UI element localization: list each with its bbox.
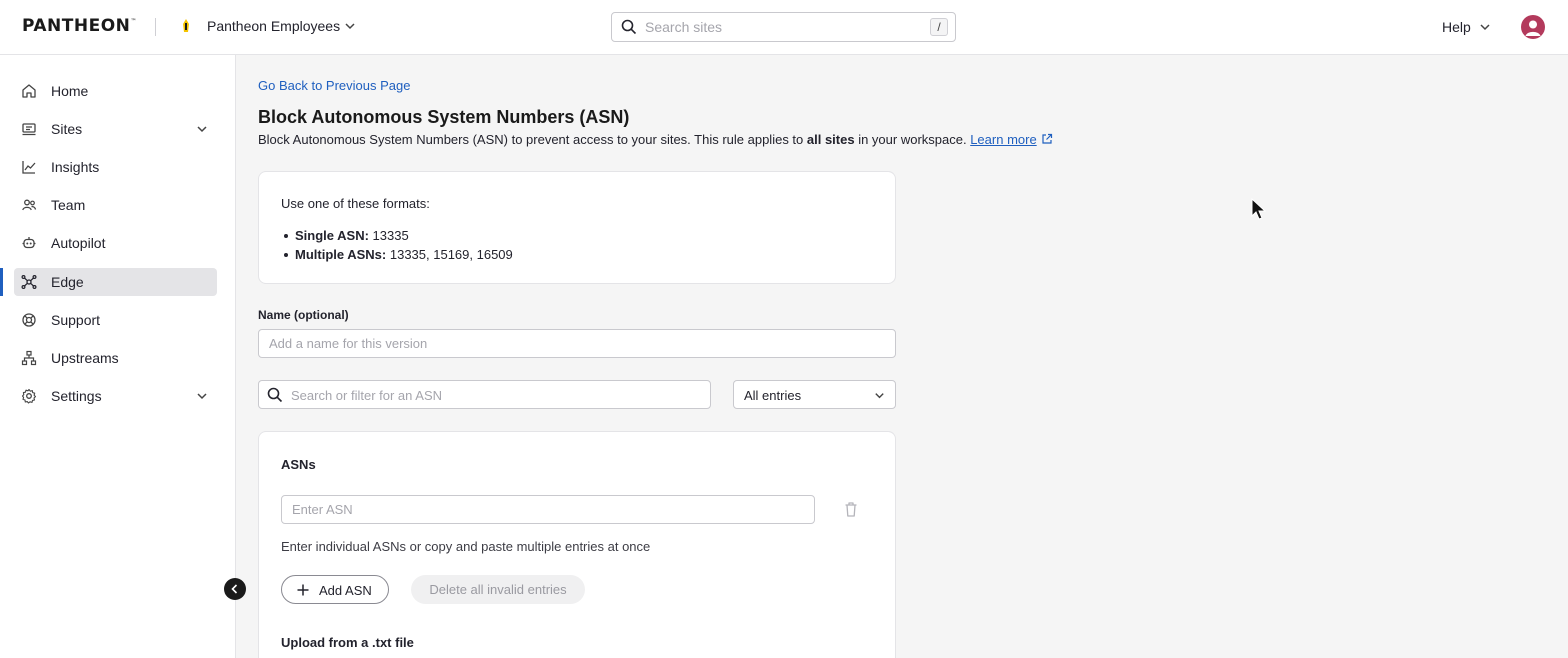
sidebar-item-autopilot[interactable]: Autopilot (14, 229, 217, 257)
sidebar-item-label: Home (51, 83, 89, 99)
formats-card: Use one of these formats: Single ASN: 13… (258, 171, 896, 284)
sidebar-item-label: Support (51, 312, 101, 328)
name-label: Name (optional) (258, 308, 349, 322)
add-asn-button[interactable]: Add ASN (281, 575, 389, 604)
external-link-icon[interactable] (1041, 133, 1053, 145)
mouse-cursor-icon (1251, 198, 1267, 220)
workspace-icon (183, 19, 189, 32)
delete-invalid-button[interactable]: Delete all invalid entries (411, 575, 585, 604)
entries-select[interactable]: All entries (733, 380, 896, 409)
trash-icon[interactable] (843, 501, 859, 518)
sidebar-item-support[interactable]: Support (14, 306, 217, 334)
formats-intro: Use one of these formats: (281, 196, 430, 211)
search-icon (621, 19, 637, 35)
sidebar-item-label: Upstreams (51, 350, 119, 366)
name-input[interactable] (258, 329, 896, 358)
sidebar-item-upstreams[interactable]: Upstreams (14, 344, 217, 372)
list-item: Multiple ASNs: 13335, 15169, 16509 (281, 245, 513, 264)
sidebar-item-label: Edge (51, 274, 84, 290)
upload-title: Upload from a .txt file (281, 635, 414, 650)
search-icon (267, 387, 283, 403)
sidebar-item-team[interactable]: Team (14, 191, 217, 219)
learn-more-link[interactable]: Learn more (970, 132, 1036, 147)
list-item: Single ASN: 13335 (281, 226, 513, 245)
asn-filter[interactable] (258, 380, 711, 409)
formats-list: Single ASN: 13335 Multiple ASNs: 13335, … (281, 226, 513, 264)
pantheon-logo[interactable]: PANTHEON™ (22, 16, 137, 36)
collapse-sidebar-button[interactable] (224, 578, 246, 600)
chevron-down-icon[interactable] (195, 389, 209, 403)
asn-input[interactable] (281, 495, 815, 524)
top-bar: PANTHEON™ Pantheon Employees / Help (0, 0, 1568, 55)
sidebar-item-label: Sites (51, 121, 83, 137)
sidebar-item-insights[interactable]: Insights (14, 153, 217, 181)
asn-section-title: ASNs (281, 457, 316, 472)
page-title: Block Autonomous System Numbers (ASN) (258, 107, 630, 127)
sites-icon (22, 123, 36, 136)
asn-card: ASNs Enter individual ASNs or copy and p… (258, 431, 896, 658)
user-avatar[interactable] (1521, 15, 1545, 39)
add-asn-label: Add ASN (319, 583, 372, 598)
user-icon (1525, 20, 1541, 36)
chevron-down-icon[interactable] (1478, 20, 1492, 34)
sidebar-item-label: Settings (51, 388, 102, 404)
site-search[interactable]: / (611, 12, 956, 42)
support-icon (22, 313, 36, 327)
page-description: Block Autonomous System Numbers (ASN) to… (258, 132, 1053, 147)
sidebar-item-label: Autopilot (51, 235, 106, 251)
insights-icon (22, 161, 36, 174)
sidebar: Home Sites Insights Team Autopilot Edge … (0, 55, 236, 658)
site-search-input[interactable] (645, 17, 915, 37)
sidebar-item-settings[interactable]: Settings (14, 382, 217, 410)
chevron-down-icon[interactable] (195, 122, 209, 136)
sidebar-item-home[interactable]: Home (14, 77, 217, 105)
asn-filter-input[interactable] (291, 385, 691, 405)
chevron-down-icon[interactable] (343, 19, 357, 33)
sidebar-item-edge[interactable]: Edge (14, 268, 217, 296)
plus-icon (297, 584, 309, 596)
upstreams-icon (21, 350, 37, 366)
sidebar-item-sites[interactable]: Sites (14, 115, 217, 143)
logo-divider (155, 18, 156, 36)
autopilot-icon (22, 237, 36, 249)
workspace-name[interactable]: Pantheon Employees (207, 18, 340, 34)
back-link[interactable]: Go Back to Previous Page (258, 78, 410, 93)
entries-select-value: All entries (744, 388, 802, 403)
active-indicator (0, 268, 3, 296)
help-menu[interactable]: Help (1442, 19, 1471, 35)
chevron-down-icon (875, 393, 884, 399)
chevron-left-icon (231, 584, 238, 594)
sidebar-item-label: Team (51, 197, 86, 213)
asn-help-text: Enter individual ASNs or copy and paste … (281, 539, 651, 554)
gear-icon (21, 388, 37, 404)
sidebar-item-label: Insights (51, 159, 100, 175)
edge-icon (21, 275, 37, 290)
team-icon (22, 199, 37, 211)
search-shortcut-key: / (930, 18, 948, 36)
home-icon (22, 84, 36, 98)
